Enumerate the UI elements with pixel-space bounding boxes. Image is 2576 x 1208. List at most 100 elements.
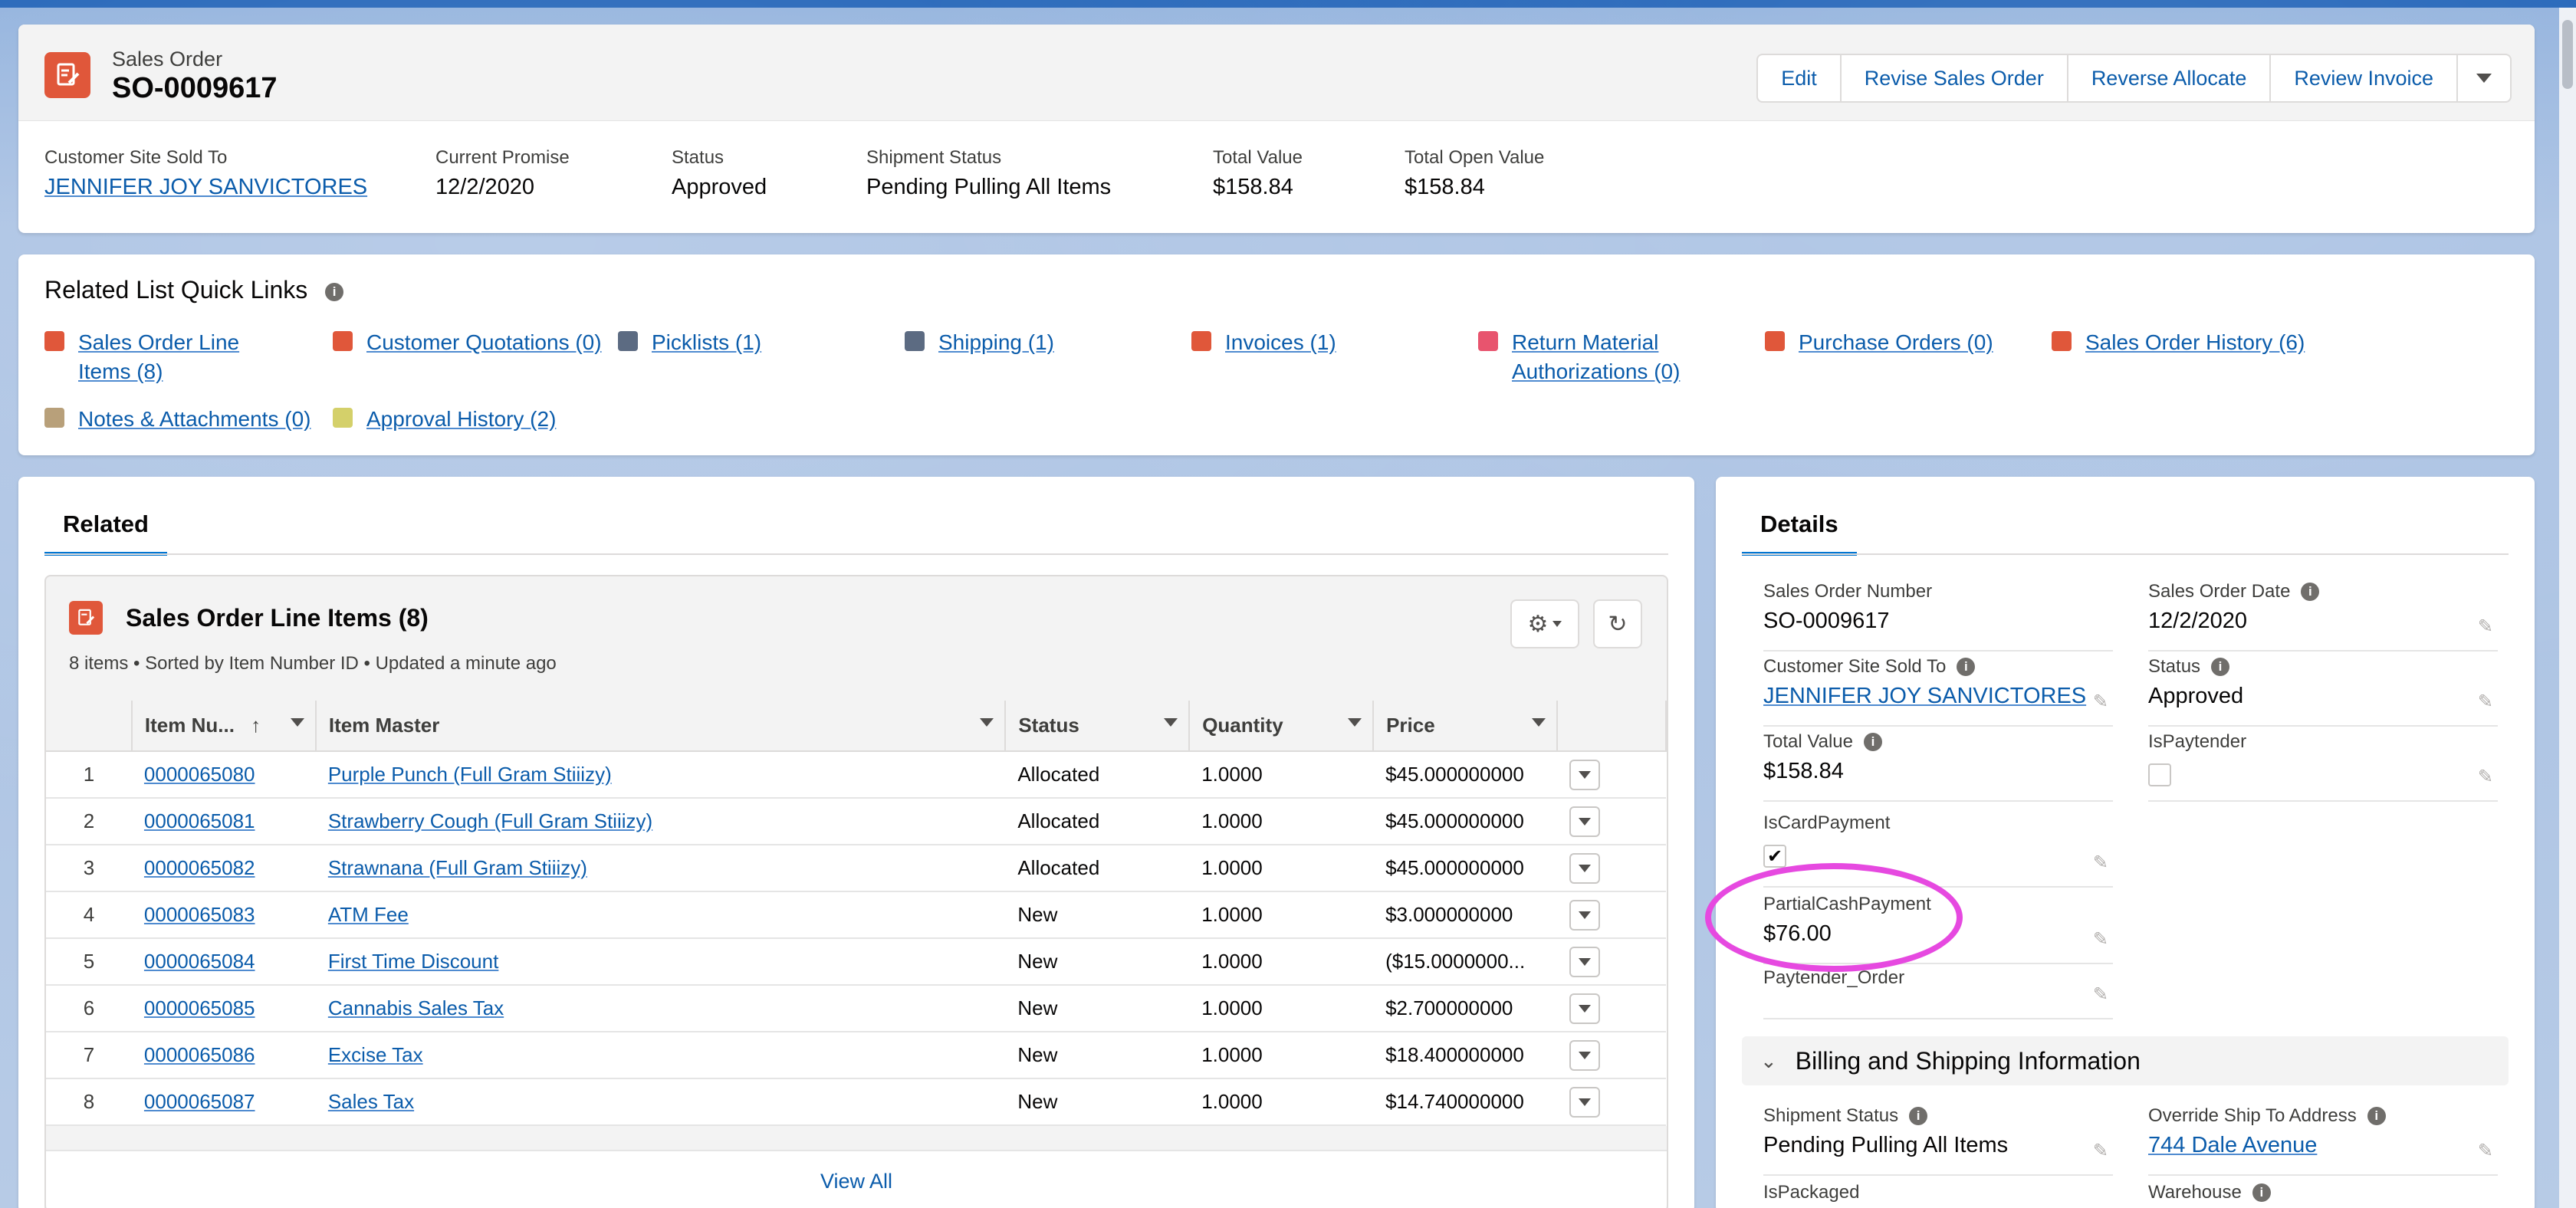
row-actions-button[interactable] [1569,946,1601,977]
info-icon[interactable]: i [1909,1107,1928,1125]
info-icon[interactable]: i [2252,1183,2271,1202]
pencil-icon[interactable]: ✎ [2478,766,2493,788]
row-actions-button[interactable] [1569,1039,1601,1071]
review-invoice-button[interactable]: Review Invoice [2271,55,2458,101]
item-master-link-text[interactable]: Strawberry Cough (Full Gram Stiiizy) [328,809,652,832]
item-master-link-text[interactable]: Excise Tax [328,1043,423,1066]
info-icon[interactable]: i [1863,733,1882,751]
tab-related[interactable]: Related [44,510,167,556]
override-ship-address-link[interactable]: 744 Dale Avenue [2148,1133,2498,1158]
item-number-link[interactable]: 0000065082 [131,845,316,892]
row-actions-button[interactable] [1569,899,1601,931]
quick-link-sales-order-line-items[interactable]: Sales Order Line Items (8) [44,328,239,386]
column-header-status[interactable]: Status [1005,701,1191,752]
item-master-link-text[interactable]: Sales Tax [328,1090,414,1113]
info-icon[interactable]: i [2301,583,2320,601]
item-master-link[interactable]: Purple Punch (Full Gram Stiiizy) [315,751,1006,799]
column-header-price[interactable]: Price [1373,701,1559,752]
item-master-link[interactable]: ATM Fee [315,891,1006,939]
item-master-link-text[interactable]: Strawnana (Full Gram Stiiizy) [328,856,587,879]
quick-link-invoices[interactable]: Invoices (1) [1191,328,1336,357]
item-number-link-text[interactable]: 0000065085 [144,996,255,1019]
quick-link-purchase-orders[interactable]: Purchase Orders (0) [1765,328,1993,357]
list-settings-button[interactable]: ⚙ [1510,599,1579,648]
reverse-allocate-button[interactable]: Reverse Allocate [2068,55,2272,101]
item-master-link-text[interactable]: Purple Punch (Full Gram Stiiizy) [328,763,612,786]
info-icon[interactable]: i [325,282,344,301]
quick-link-approval-history[interactable]: Approval History (2) [333,405,556,434]
refresh-button[interactable]: ↻ [1593,599,1642,648]
row-actions-button[interactable] [1569,1086,1601,1118]
item-number-link[interactable]: 0000065087 [131,1078,316,1126]
customer-site-link[interactable]: JENNIFER JOY SANVICTORES [1763,684,2113,709]
edit-button[interactable]: Edit [1758,55,1842,101]
more-actions-button[interactable] [2458,55,2510,101]
item-master-link[interactable]: Sales Tax [315,1078,1006,1126]
scrollbar-thumb[interactable] [2562,20,2573,89]
view-all-text[interactable]: View All [820,1170,892,1193]
page-scrollbar[interactable] [2559,8,2576,1208]
row-actions-button[interactable] [1569,993,1601,1024]
item-number-link-text[interactable]: 0000065082 [144,856,255,879]
item-number-link[interactable]: 0000065080 [131,751,316,799]
item-number-link-text[interactable]: 0000065080 [144,763,255,786]
item-master-link-text[interactable]: ATM Fee [328,903,409,926]
item-number-link[interactable]: 0000065085 [131,985,316,1032]
item-master-link-text[interactable]: Cannabis Sales Tax [328,996,504,1019]
item-number-link-text[interactable]: 0000065083 [144,903,255,926]
item-number-link[interactable]: 0000065086 [131,1032,316,1079]
view-all-link[interactable]: View All [46,1150,1667,1208]
list-title[interactable]: Sales Order Line Items (8) [126,604,429,632]
quick-link-sales-order-history[interactable]: Sales Order History (6) [2052,328,2305,357]
info-icon[interactable]: i [1957,658,1976,676]
item-master-link-text[interactable]: First Time Discount [328,950,499,973]
pencil-icon[interactable]: ✎ [2478,615,2493,638]
item-number-link-text[interactable]: 0000065086 [144,1043,255,1066]
column-header-label: Item Master [328,714,440,737]
chevron-down-icon[interactable] [1164,718,1178,727]
quick-link-picklists[interactable]: Picklists (1) [618,328,761,357]
item-master-link[interactable]: Strawnana (Full Gram Stiiizy) [315,845,1006,892]
pencil-icon[interactable]: ✎ [2478,1140,2493,1162]
pencil-icon[interactable]: ✎ [2093,1140,2108,1162]
info-icon[interactable]: i [2367,1107,2386,1125]
customer-site-link[interactable]: JENNIFER JOY SANVICTORES [44,175,367,200]
pencil-icon[interactable]: ✎ [2093,983,2108,1006]
quick-link-return-material-authorizations[interactable]: Return Material Authorizations (0) [1478,328,1680,386]
item-number-link[interactable]: 0000065083 [131,891,316,939]
item-number-link-text[interactable]: 0000065081 [144,809,255,832]
row-number-header [46,701,133,752]
is-card-payment-checkbox[interactable]: ✔ [1763,845,1786,868]
chevron-down-icon[interactable] [290,718,304,727]
revise-sales-order-button[interactable]: Revise Sales Order [1842,55,2068,101]
chevron-down-icon[interactable] [1348,718,1362,727]
item-number-link-text[interactable]: 0000065087 [144,1090,255,1113]
row-actions-button[interactable] [1569,806,1601,837]
column-header-item-number[interactable]: Item Nu... ↑ [131,701,317,752]
item-master-link[interactable]: Excise Tax [315,1032,1006,1079]
item-number-link[interactable]: 0000065081 [131,798,316,845]
pencil-icon[interactable]: ✎ [2093,691,2108,713]
pencil-icon[interactable]: ✎ [2478,691,2493,713]
pencil-icon[interactable]: ✎ [2093,928,2108,950]
quick-link-customer-quotations[interactable]: Customer Quotations (0) [333,328,602,357]
tab-details[interactable]: Details [1742,510,1857,556]
is-paytender-checkbox[interactable] [2148,763,2171,786]
billing-shipping-section-header[interactable]: ⌄ Billing and Shipping Information [1742,1036,2509,1085]
status-cell: New [1005,985,1190,1032]
item-master-link[interactable]: First Time Discount [315,938,1006,986]
chevron-down-icon[interactable] [980,718,994,727]
item-number-link[interactable]: 0000065084 [131,938,316,986]
column-header-item-master[interactable]: Item Master [315,701,1007,752]
item-master-link[interactable]: Strawberry Cough (Full Gram Stiiizy) [315,798,1006,845]
quick-link-shipping[interactable]: Shipping (1) [905,328,1054,357]
info-icon[interactable]: i [2211,658,2230,676]
item-number-link-text[interactable]: 0000065084 [144,950,255,973]
row-actions-button[interactable] [1569,852,1601,884]
pencil-icon[interactable]: ✎ [2093,852,2108,874]
chevron-down-icon[interactable] [1532,718,1546,727]
item-master-link[interactable]: Cannabis Sales Tax [315,985,1006,1032]
quick-link-notes-attachments[interactable]: Notes & Attachments (0) [44,405,310,434]
column-header-quantity[interactable]: Quantity [1189,701,1375,752]
row-actions-button[interactable] [1569,759,1601,790]
